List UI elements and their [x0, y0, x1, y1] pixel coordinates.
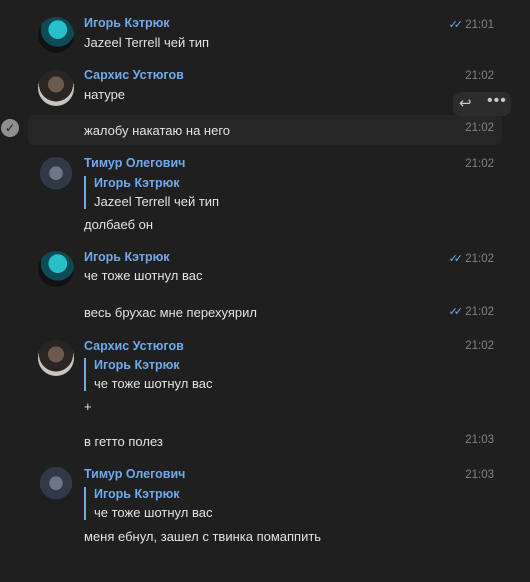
double-check-icon: ✓✓	[448, 253, 464, 265]
avatar[interactable]	[38, 70, 74, 106]
double-check-icon: ✓✓	[448, 306, 464, 318]
message-time: 21:02	[465, 122, 494, 134]
message-text: жалобу накатаю на него	[84, 123, 231, 138]
message-text: Jazeel Terrell чей тип	[84, 35, 210, 50]
message-text: весь брухас мне перехуярил	[84, 305, 257, 320]
reply-text: че тоже шотнул вас	[94, 505, 213, 520]
message-text: +	[84, 399, 92, 414]
double-check-icon: ✓✓	[448, 19, 464, 31]
avatar[interactable]	[38, 17, 74, 53]
avatar[interactable]	[38, 157, 74, 193]
message-text: долбаеб он	[84, 217, 154, 232]
message-text: меня ебнул, зашел с твинка помаппить	[84, 529, 322, 544]
author-name[interactable]: Игорь Кэтрюк	[84, 250, 170, 264]
more-icon[interactable]: •••	[487, 92, 507, 110]
reply-author: Игорь Кэтрюк	[94, 176, 180, 190]
message-time: ✓✓ 21:01	[449, 18, 494, 31]
author-name[interactable]: Тимур Олегович	[84, 156, 185, 170]
reply-text: че тоже шотнул вас	[94, 376, 213, 391]
time-label: 21:02	[465, 253, 494, 265]
reply-quote[interactable]: Игорь Кэтрюк че тоже шотнул вас	[84, 487, 212, 520]
message-time: 21:02	[465, 158, 494, 170]
message-actions: ↩ •••	[453, 92, 511, 116]
message-time: 21:03	[465, 434, 494, 446]
author-name[interactable]: Сархис Устюгов	[84, 339, 184, 353]
select-check-icon[interactable]: ✓	[1, 119, 19, 137]
message-text: натуре	[84, 87, 126, 102]
message-text: че тоже шотнул вас	[84, 268, 203, 283]
message-time: ✓✓ 21:02	[449, 305, 494, 318]
time-label: 21:01	[465, 19, 494, 31]
author-name[interactable]: Игорь Кэтрюк	[84, 16, 170, 30]
avatar[interactable]	[38, 340, 74, 376]
reply-quote[interactable]: Игорь Кэтрюк че тоже шотнул вас	[84, 358, 212, 391]
time-label: 21:02	[465, 306, 494, 318]
reply-author: Игорь Кэтрюк	[94, 487, 180, 501]
reply-author: Игорь Кэтрюк	[94, 358, 180, 372]
message-time: ✓✓ 21:02	[449, 252, 494, 265]
message-text: в гетто полез	[84, 434, 163, 449]
reply-quote[interactable]: Игорь Кэтрюк Jazeel Terrell чей тип	[84, 176, 219, 209]
author-name[interactable]: Сархис Устюгов	[84, 68, 184, 82]
avatar[interactable]	[38, 251, 74, 287]
avatar[interactable]	[38, 467, 74, 503]
message-time: 21:03	[465, 469, 494, 481]
reply-icon[interactable]: ↩	[459, 94, 472, 112]
message-time: 21:02	[465, 340, 494, 352]
reply-text: Jazeel Terrell чей тип	[94, 194, 220, 209]
author-name[interactable]: Тимур Олегович	[84, 467, 185, 481]
message-time: 21:02	[465, 70, 494, 82]
